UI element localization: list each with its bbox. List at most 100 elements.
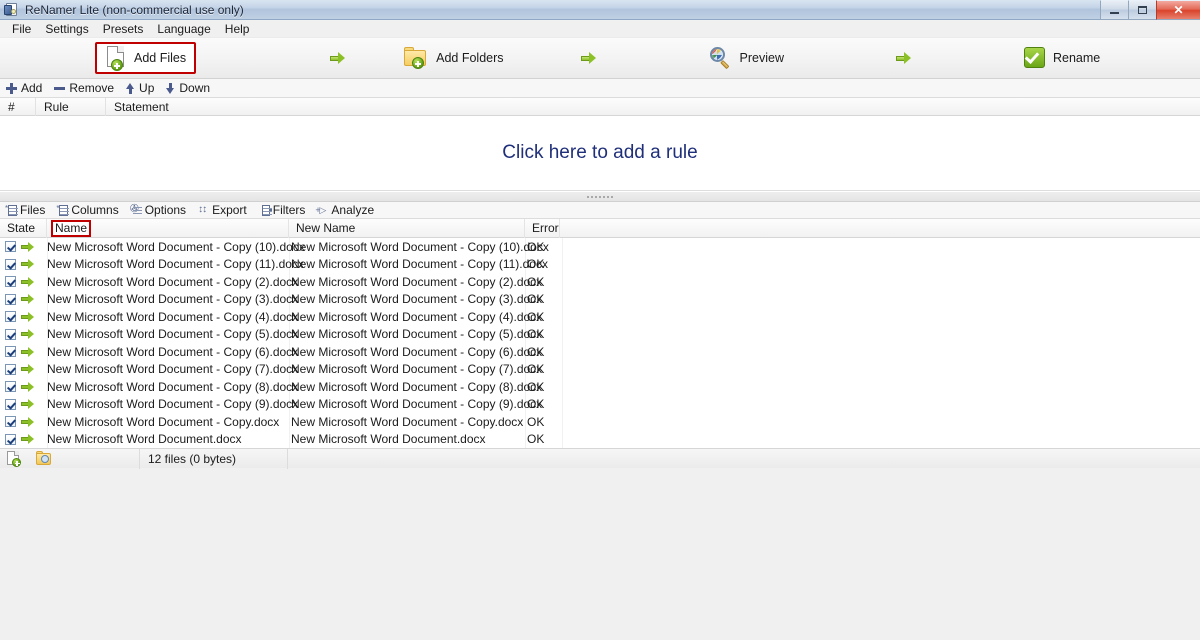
- rename-button[interactable]: Rename: [1016, 42, 1108, 74]
- column-header-filler: [560, 219, 1200, 238]
- column-header-error[interactable]: Error: [525, 218, 560, 238]
- file-row[interactable]: New Microsoft Word Document - Copy.docx N…: [0, 413, 1200, 431]
- file-row[interactable]: New Microsoft Word Document - Copy (8).d…: [0, 378, 1200, 396]
- file-list-body[interactable]: New Microsoft Word Document - Copy (10).…: [0, 238, 1200, 448]
- rules-column-number[interactable]: #: [0, 97, 36, 116]
- add-folders-label: Add Folders: [436, 51, 504, 65]
- rules-toolbar: Add Remove Up Down: [0, 79, 1200, 98]
- file-row[interactable]: New Microsoft Word Document - Copy (6).d…: [0, 343, 1200, 361]
- file-row[interactable]: New Microsoft Word Document - Copy (10).…: [0, 238, 1200, 256]
- minimize-button[interactable]: [1100, 0, 1128, 20]
- columns-tab-icon: *: [56, 204, 70, 216]
- file-row[interactable]: New Microsoft Word Document - Copy (7).d…: [0, 361, 1200, 379]
- file-row-state: [0, 308, 47, 326]
- window-title-bar[interactable]: ReNamer Lite (non-commercial use only) ✕: [0, 0, 1200, 20]
- rules-grid-body[interactable]: Click here to add a rule: [0, 116, 1200, 191]
- file-row-name: New Microsoft Word Document - Copy (10).…: [47, 239, 305, 254]
- rename-label: Rename: [1052, 51, 1101, 65]
- file-row[interactable]: New Microsoft Word Document - Copy (4).d…: [0, 308, 1200, 326]
- add-files-button[interactable]: Add Files: [95, 42, 197, 74]
- menu-item-settings[interactable]: Settings: [38, 21, 95, 37]
- tab-options[interactable]: Options: [130, 203, 186, 217]
- status-bar: 12 files (0 bytes): [0, 448, 1200, 469]
- close-button[interactable]: ✕: [1156, 0, 1200, 20]
- rule-up-button[interactable]: Up: [126, 81, 154, 95]
- file-row-name: New Microsoft Word Document - Copy (5).d…: [47, 327, 299, 342]
- file-row[interactable]: New Microsoft Word Document - Copy (5).d…: [0, 326, 1200, 344]
- rule-add-label: Add: [21, 81, 43, 95]
- file-row[interactable]: New Microsoft Word Document - Copy (3).d…: [0, 291, 1200, 309]
- file-row-name: New Microsoft Word Document - Copy (8).d…: [47, 379, 299, 394]
- tab-options-label: Options: [144, 203, 187, 217]
- add-folders-button[interactable]: Add Folders: [395, 42, 511, 74]
- column-header-new-name[interactable]: New Name: [289, 218, 525, 238]
- file-row-arrow-icon: [21, 434, 35, 445]
- add-folders-icon: [403, 46, 429, 70]
- menu-item-help[interactable]: Help: [218, 21, 257, 37]
- file-row-error: OK: [527, 239, 545, 254]
- file-row-error: OK: [527, 397, 545, 412]
- preview-button[interactable]: Preview: [701, 42, 792, 74]
- file-row-name: New Microsoft Word Document - Copy.docx: [47, 414, 280, 429]
- options-tab-icon: [130, 204, 142, 216]
- rule-down-button[interactable]: Down: [166, 81, 210, 95]
- column-header-state[interactable]: State: [0, 218, 47, 238]
- file-row-state: [0, 273, 47, 291]
- tab-export[interactable]: Export: [197, 203, 247, 217]
- files-tab-icon: *: [5, 204, 18, 216]
- file-row-checkbox[interactable]: [5, 398, 16, 410]
- plus-icon: [6, 82, 17, 94]
- file-row[interactable]: New Microsoft Word Document - Copy (9).d…: [0, 396, 1200, 414]
- file-row-checkbox[interactable]: [5, 293, 16, 305]
- file-row-checkbox[interactable]: [5, 311, 16, 323]
- rules-column-rule[interactable]: Rule: [36, 97, 106, 116]
- maximize-button[interactable]: [1128, 0, 1156, 20]
- column-header-name[interactable]: Name: [47, 218, 289, 238]
- rule-add-button[interactable]: Add: [6, 81, 42, 95]
- file-row-name: New Microsoft Word Document - Copy (6).d…: [47, 344, 299, 359]
- menu-bar: File Settings Presets Language Help: [0, 20, 1200, 38]
- file-row-checkbox[interactable]: [5, 241, 16, 253]
- add-rule-prompt[interactable]: Click here to add a rule: [502, 142, 697, 164]
- file-row-checkbox[interactable]: [5, 381, 16, 393]
- file-row[interactable]: New Microsoft Word Document - Copy (11).…: [0, 256, 1200, 274]
- file-row-checkbox[interactable]: [5, 363, 16, 375]
- add-files-status-icon[interactable]: [6, 451, 22, 467]
- menu-item-presets[interactable]: Presets: [96, 21, 151, 37]
- file-row[interactable]: New Microsoft Word Document.docx New Micr…: [0, 431, 1200, 449]
- window-controls: ✕: [1100, 0, 1200, 20]
- file-row[interactable]: New Microsoft Word Document - Copy (2).d…: [0, 273, 1200, 291]
- file-row-checkbox[interactable]: [5, 258, 16, 270]
- menu-item-language[interactable]: Language: [150, 21, 217, 37]
- rule-remove-button[interactable]: Remove: [54, 81, 114, 95]
- tab-columns[interactable]: * Columns: [56, 203, 118, 217]
- column-header-name-label: Name: [51, 219, 92, 237]
- green-arrow-icon: [330, 52, 346, 64]
- tab-files[interactable]: * Files: [5, 203, 45, 217]
- browse-folder-status-icon[interactable]: [36, 451, 52, 466]
- file-row-error: OK: [527, 379, 545, 394]
- file-row-arrow-icon: [21, 416, 35, 427]
- file-row-state: [0, 238, 47, 256]
- file-row-checkbox[interactable]: [5, 328, 16, 340]
- file-row-checkbox[interactable]: [5, 346, 16, 358]
- menu-item-file[interactable]: File: [5, 21, 38, 37]
- file-row-state: [0, 396, 47, 414]
- file-row-new-name: New Microsoft Word Document - Copy (8).d…: [291, 379, 543, 394]
- tab-filters[interactable]: Filters: [258, 203, 306, 217]
- tab-filters-label: Filters: [272, 203, 306, 217]
- file-list-header: State Name New Name Error: [0, 218, 1200, 238]
- status-file-count: 12 files (0 bytes): [140, 448, 288, 469]
- rules-column-statement[interactable]: Statement: [106, 98, 1200, 116]
- file-row-new-name: New Microsoft Word Document - Copy (3).d…: [291, 292, 543, 307]
- preview-icon: [709, 46, 733, 70]
- file-row-checkbox[interactable]: [5, 416, 16, 428]
- file-row-arrow-icon: [21, 276, 35, 287]
- file-row-arrow-icon: [21, 241, 35, 252]
- file-row-checkbox[interactable]: [5, 276, 16, 288]
- tab-analyze[interactable]: Analyze: [315, 203, 374, 217]
- green-arrow-icon: [580, 52, 597, 64]
- file-row-new-name: New Microsoft Word Document - Copy (9).d…: [291, 397, 543, 412]
- panel-splitter[interactable]: [0, 191, 1200, 202]
- file-row-checkbox[interactable]: [5, 433, 16, 445]
